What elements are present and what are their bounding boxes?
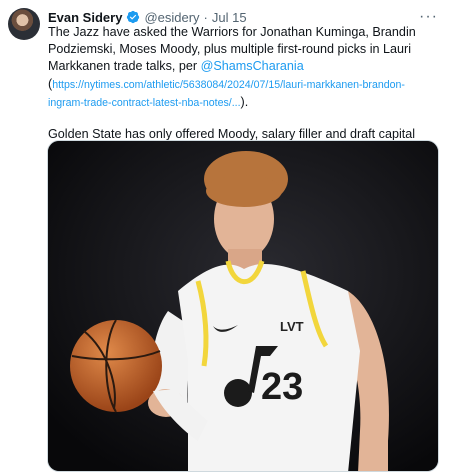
tweet-paragraph-1: The Jazz have asked the Warriors for Jon… (48, 24, 440, 112)
mention-link[interactable]: @ShamsCharania (201, 59, 304, 73)
jersey-number: 23 (261, 366, 303, 408)
avatar[interactable] (8, 8, 40, 40)
author-name[interactable]: Evan Sidery (48, 10, 122, 25)
verified-badge-icon (127, 10, 140, 24)
article-link[interactable]: https://nytimes.com/athletic/5638084/202… (48, 79, 405, 109)
jersey-brand: LVT (280, 319, 304, 334)
player-photo: LVT 23 (48, 141, 438, 471)
paren-close: ). (240, 94, 249, 109)
tweet-media-image[interactable]: LVT 23 (47, 140, 439, 472)
separator-dot: · (203, 9, 208, 25)
basketball-icon (70, 319, 162, 413)
author-handle[interactable]: @esidery (144, 10, 199, 25)
tweet-date[interactable]: Jul 15 (212, 10, 247, 25)
tweet[interactable]: Evan Sidery @esidery · Jul 15 ··· The Ja… (0, 0, 450, 472)
